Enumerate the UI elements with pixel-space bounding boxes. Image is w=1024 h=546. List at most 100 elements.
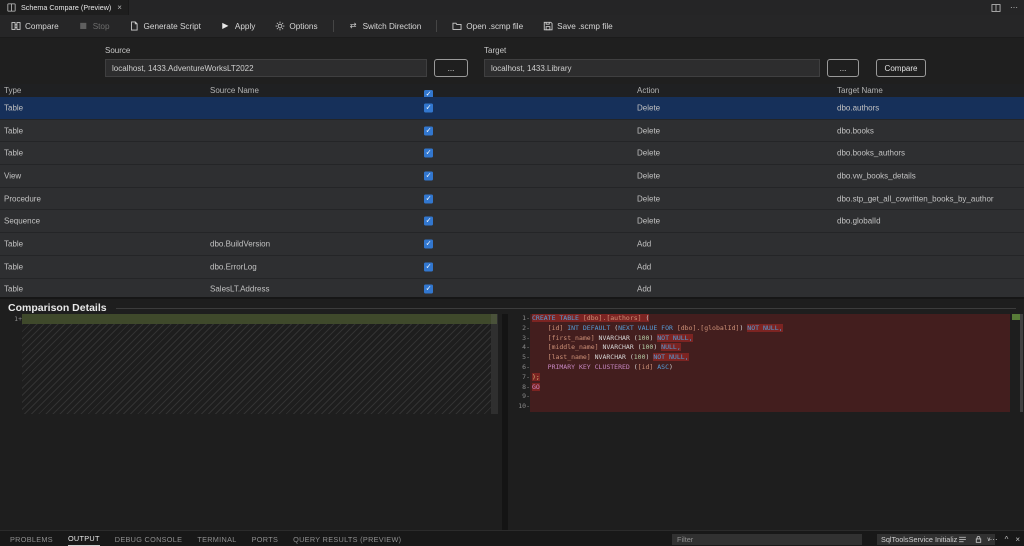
table-row[interactable]: TableDeletedbo.authors✓	[0, 97, 1024, 119]
check-icon: ✓	[426, 150, 432, 157]
cell-source-name: dbo.BuildVersion	[210, 239, 270, 248]
table-row[interactable]: TableDeletedbo.books✓	[0, 120, 1024, 142]
target-label: Target	[484, 46, 506, 55]
scrollbar[interactable]	[1020, 314, 1023, 412]
close-icon[interactable]: ×	[1015, 535, 1020, 544]
diff-line-code: [first_name] NVARCHAR (100) NOT NULL,	[530, 334, 1010, 344]
table-row[interactable]: Tabledbo.ErrorLogAdd✓	[0, 256, 1024, 278]
toolbar-stop-button[interactable]: ■Stop	[78, 21, 110, 32]
chevron-up-icon[interactable]: ^	[1005, 535, 1009, 544]
comparison-details-title: Comparison Details	[8, 302, 107, 314]
panel-tab-query-results-preview-[interactable]: QUERY RESULTS (PREVIEW)	[293, 532, 401, 546]
source-browse-button[interactable]: ...	[434, 59, 468, 77]
check-icon: ✓	[426, 286, 432, 293]
code-token: (	[630, 334, 638, 342]
compare-icon	[10, 21, 21, 32]
toolbar-separator	[436, 20, 437, 32]
code-token: 100	[642, 343, 654, 351]
line-number: 7-	[508, 373, 530, 383]
toolbar-apply-button[interactable]: ▶Apply	[220, 21, 255, 32]
table-row[interactable]: ViewDeletedbo.vw_books_details✓	[0, 165, 1024, 187]
close-icon[interactable]: ×	[117, 3, 122, 12]
target-input[interactable]	[484, 59, 820, 77]
more-icon[interactable]: ⋯	[990, 535, 998, 544]
table-row[interactable]: Tabledbo.BuildVersionAdd✓	[0, 233, 1024, 255]
table-row[interactable]: TableDeletedbo.books_authors✓	[0, 142, 1024, 164]
output-lines-icon[interactable]	[958, 535, 967, 544]
row-checkbox[interactable]: ✓	[424, 285, 433, 294]
filter-input[interactable]	[672, 534, 862, 545]
diff-added-line	[22, 314, 497, 324]
more-icon[interactable]: ⋯	[1010, 3, 1018, 12]
toolbar-separator	[333, 20, 334, 32]
row-checkbox[interactable]: ✓	[424, 126, 433, 135]
toolbar-generate-script-button[interactable]: Generate Script	[129, 21, 201, 32]
diff-line: 4- [middle_name] NVARCHAR (100) NULL,	[508, 343, 1010, 353]
line-number: 10-	[508, 402, 530, 412]
row-checkbox[interactable]: ✓	[424, 239, 433, 248]
panel-tab-output[interactable]: OUTPUT	[68, 532, 100, 546]
diff-line-code: [id] INT DEFAULT (NEXT VALUE FOR [dbo].[…	[530, 324, 1010, 334]
source-input[interactable]	[105, 59, 427, 77]
check-icon: ✓	[426, 195, 432, 202]
code-token: (	[630, 363, 638, 371]
code-token: INT DEFAULT	[567, 324, 610, 332]
table-row[interactable]: SequenceDeletedbo.globalId✓	[0, 210, 1024, 232]
line-number: 6-	[508, 363, 530, 373]
schema-compare-window: Schema Compare (Preview) × ⋯ Compare ■Sto…	[0, 0, 1024, 546]
comparison-details-panel: Comparison Details 1+ 1-CREATE TABLE [db…	[0, 297, 1024, 530]
folder-open-icon	[451, 21, 462, 32]
line-number: 9-	[508, 392, 530, 402]
cell-action: Delete	[637, 126, 660, 135]
diff-line: 3- [first_name] NVARCHAR (100) NOT NULL,	[508, 334, 1010, 344]
diff-line: 6- PRIMARY KEY CLUSTERED ([id] ASC)	[508, 363, 1010, 373]
row-checkbox[interactable]: ✓	[424, 194, 433, 203]
code-token: (	[610, 324, 618, 332]
tab-schema-compare[interactable]: Schema Compare (Preview) ×	[0, 0, 129, 15]
cell-action: Delete	[637, 217, 660, 226]
panel-tab-terminal[interactable]: TERMINAL	[197, 532, 236, 546]
row-checkbox[interactable]: ✓	[424, 171, 433, 180]
table-row[interactable]: ProcedureDeletedbo.stp_get_all_cowritten…	[0, 188, 1024, 210]
code-token: NOT NULL,	[653, 353, 688, 361]
scrollbar[interactable]	[491, 314, 498, 414]
table-row[interactable]: TableSalesLT.AddressAdd✓	[0, 279, 1024, 298]
toolbar-apply-label: Apply	[235, 22, 255, 31]
panel-action-icons: ⋯ ^ ×	[958, 531, 1020, 546]
panel-tab-ports[interactable]: PORTS	[252, 532, 279, 546]
diff-source-pane[interactable]: 1+	[0, 314, 502, 530]
toolbar-switch-direction-button[interactable]: ⇄Switch Direction	[348, 21, 422, 32]
cell-target-name: dbo.stp_get_all_cowritten_books_by_autho…	[837, 194, 994, 203]
code-token: NOT NULL,	[657, 334, 692, 342]
row-checkbox[interactable]: ✓	[424, 149, 433, 158]
save-icon	[542, 21, 553, 32]
code-token: );	[532, 373, 540, 381]
toolbar-compare-button[interactable]: Compare	[10, 21, 59, 32]
row-checkbox[interactable]: ✓	[424, 103, 433, 112]
lock-icon[interactable]	[974, 535, 983, 544]
diff-line: 9-	[508, 392, 1010, 402]
split-editor-icon[interactable]	[991, 3, 1001, 13]
column-type: Type	[4, 86, 21, 95]
toolbar-open-scmp-button[interactable]: Open .scmp file	[451, 21, 523, 32]
code-token: CREATE TABLE	[532, 314, 583, 322]
row-checkbox[interactable]: ✓	[424, 217, 433, 226]
cell-action: Delete	[637, 103, 660, 112]
cell-type: Table	[4, 103, 23, 112]
diff-target-pane[interactable]: 1-CREATE TABLE [dbo].[authors] (2- [id] …	[508, 314, 1024, 530]
target-browse-button[interactable]: ...	[827, 59, 859, 77]
cell-type: Procedure	[4, 194, 41, 203]
panel-tab-debug-console[interactable]: DEBUG CONSOLE	[115, 532, 183, 546]
column-source-name: Source Name	[210, 86, 259, 95]
line-number: 5-	[508, 353, 530, 363]
diff-line: 10-	[508, 402, 1010, 412]
toolbar-save-scmp-button[interactable]: Save .scmp file	[542, 21, 613, 32]
toolbar-options-button[interactable]: Options	[274, 21, 317, 32]
divider	[116, 308, 1016, 309]
code-token: 100	[634, 353, 646, 361]
row-checkbox[interactable]: ✓	[424, 262, 433, 271]
diff-line-code: [middle_name] NVARCHAR (100) NULL,	[530, 343, 1010, 353]
panel-tab-problems[interactable]: PROBLEMS	[10, 532, 53, 546]
compare-button[interactable]: Compare	[876, 59, 926, 77]
line-number: 3-	[508, 334, 530, 344]
